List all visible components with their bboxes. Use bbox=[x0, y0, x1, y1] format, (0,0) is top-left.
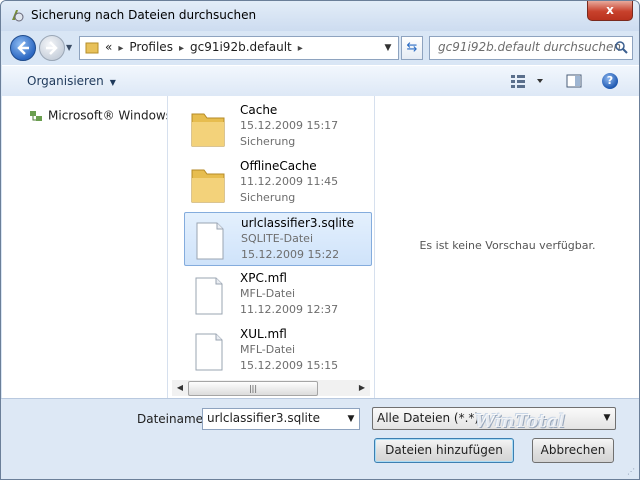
list-item-selected[interactable]: urlclassifier3.sqlite SQLITE-Datei 15.12… bbox=[184, 212, 372, 266]
file-type: MFL-Datei bbox=[240, 343, 296, 356]
network-icon bbox=[30, 111, 42, 121]
nav-item-microsoft-windows[interactable]: Microsoft® Windows- bbox=[28, 108, 168, 124]
close-button[interactable]: x bbox=[587, 1, 633, 21]
file-name: OfflineCache bbox=[240, 159, 317, 173]
file-type: Sicherung bbox=[240, 135, 296, 148]
filename-field[interactable]: urlclassifier3.sqlite ▼ bbox=[202, 408, 360, 430]
watermark-logo: WinTotal bbox=[475, 411, 565, 432]
filename-value: urlclassifier3.sqlite bbox=[207, 411, 320, 425]
refresh-icon: ⇆ bbox=[406, 40, 418, 55]
no-preview-message: Es ist keine Vorschau verfügbar. bbox=[419, 239, 596, 252]
folder-icon bbox=[191, 169, 225, 203]
chevron-down-icon[interactable]: ▼ bbox=[380, 37, 396, 59]
app-icon bbox=[12, 10, 24, 22]
command-bar: Organisieren ▼ ? bbox=[2, 65, 639, 97]
cancel-button[interactable]: Abbrechen bbox=[532, 438, 614, 463]
file-icon bbox=[195, 277, 223, 315]
title-bar: Sicherung nach Dateien durchsuchen x bbox=[1, 1, 639, 31]
file-date: 15.12.2009 15:17 bbox=[240, 119, 339, 132]
add-files-button[interactable]: Dateien hinzufügen bbox=[374, 438, 514, 463]
chevron-down-icon: ▼ bbox=[603, 413, 611, 423]
list-item[interactable]: XPC.mfl MFL-Datei 11.12.2009 12:37 bbox=[184, 268, 370, 320]
window-title: Sicherung nach Dateien durchsuchen bbox=[31, 8, 257, 22]
scroll-left-icon[interactable]: ◀ bbox=[174, 382, 186, 394]
nav-item-label: Microsoft® Windows- bbox=[48, 108, 168, 123]
preview-pane-icon bbox=[566, 74, 582, 88]
chevron-right-icon: ▸ bbox=[178, 43, 184, 54]
list-item[interactable]: Cache 15.12.2009 15:17 Sicherung bbox=[184, 100, 370, 152]
history-dropdown-icon[interactable]: ▼ bbox=[66, 43, 76, 53]
preview-pane-button[interactable] bbox=[566, 73, 582, 89]
address-bar[interactable]: «▸ Profiles ▸ gc91i92b.default ▸ ▼ bbox=[79, 36, 399, 60]
horizontal-scrollbar[interactable]: ◀ ||| ▶ bbox=[172, 380, 370, 396]
preview-pane: Es ist keine Vorschau verfügbar. bbox=[374, 96, 639, 398]
folder-icon bbox=[191, 113, 225, 147]
organize-label: Organisieren bbox=[27, 74, 104, 88]
arrow-right-icon bbox=[46, 41, 58, 55]
breadcrumb-item[interactable]: gc91i92b.default bbox=[190, 40, 292, 54]
list-item[interactable]: XUL.mfl MFL-Datei 15.12.2009 15:15 bbox=[184, 324, 370, 376]
breadcrumb-item[interactable]: Profiles bbox=[129, 40, 173, 54]
arrow-left-icon bbox=[17, 41, 29, 55]
list-item[interactable]: OfflineCache 11.12.2009 11:45 Sicherung bbox=[184, 156, 370, 208]
search-icon bbox=[615, 41, 628, 54]
back-button[interactable] bbox=[10, 35, 36, 61]
search-input[interactable]: gc91i92b.default durchsuchen bbox=[429, 36, 633, 60]
file-type: MFL-Datei bbox=[240, 287, 296, 300]
content-area: Microsoft® Windows- Cache 15.12.2009 15:… bbox=[2, 96, 639, 398]
file-icon bbox=[196, 222, 224, 260]
organize-menu[interactable]: Organisieren ▼ bbox=[27, 74, 116, 88]
help-button[interactable]: ? bbox=[602, 73, 618, 89]
chevron-right-icon: ▸ bbox=[297, 43, 303, 54]
filename-label: Dateiname: bbox=[137, 412, 208, 426]
resize-grip-icon[interactable]: ⋰ bbox=[627, 467, 637, 477]
file-date: 15.12.2009 15:22 bbox=[241, 248, 340, 261]
file-name: urlclassifier3.sqlite bbox=[241, 216, 354, 230]
file-name: XUL.mfl bbox=[240, 327, 287, 341]
file-date: 15.12.2009 15:15 bbox=[240, 359, 339, 372]
file-date: 11.12.2009 11:45 bbox=[240, 175, 339, 188]
file-type: Sicherung bbox=[240, 191, 296, 204]
file-date: 11.12.2009 12:37 bbox=[240, 303, 339, 316]
views-button[interactable] bbox=[510, 73, 546, 89]
refresh-button[interactable]: ⇆ bbox=[401, 36, 423, 60]
navigation-pane: Microsoft® Windows- bbox=[2, 96, 168, 398]
file-name: Cache bbox=[240, 103, 278, 117]
search-placeholder: gc91i92b.default durchsuchen bbox=[438, 40, 621, 54]
scroll-right-icon[interactable]: ▶ bbox=[356, 382, 368, 394]
dialog-window: Sicherung nach Dateien durchsuchen x ▼ «… bbox=[0, 0, 640, 480]
folder-icon bbox=[85, 42, 99, 54]
chevron-right-icon: ▸ bbox=[118, 43, 124, 54]
forward-button[interactable] bbox=[39, 35, 65, 61]
file-type: SQLITE-Datei bbox=[241, 232, 313, 245]
chevron-down-icon[interactable]: ▼ bbox=[343, 409, 359, 429]
file-icon bbox=[195, 333, 223, 371]
views-icon bbox=[511, 75, 543, 88]
chevron-down-icon: ▼ bbox=[109, 78, 116, 87]
breadcrumb: «▸ Profiles ▸ gc91i92b.default ▸ bbox=[105, 40, 309, 54]
filetype-value: Alle Dateien (*.*) bbox=[377, 411, 480, 425]
file-list: Cache 15.12.2009 15:17 Sicherung Offline… bbox=[168, 96, 372, 398]
file-name: XPC.mfl bbox=[240, 271, 287, 285]
scrollbar-thumb[interactable]: ||| bbox=[188, 381, 318, 396]
